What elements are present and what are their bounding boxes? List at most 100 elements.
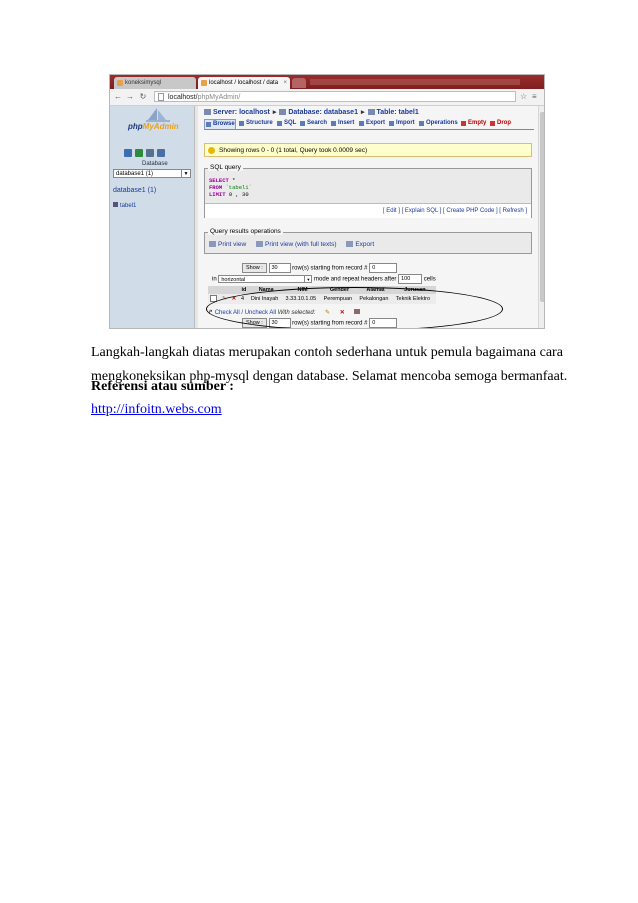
tab-label: Browse bbox=[213, 121, 235, 127]
sql-action-links[interactable]: [ Edit ] [ Explain SQL ] [ Create PHP Co… bbox=[383, 208, 527, 214]
cells-label: cells bbox=[423, 276, 436, 283]
browser-tab-phpmyadmin[interactable]: localhost / localhost / data × bbox=[198, 77, 290, 89]
import-icon bbox=[389, 121, 394, 126]
pma-sailboat-icon bbox=[146, 108, 170, 122]
insert-icon bbox=[331, 121, 336, 126]
database-icon bbox=[279, 109, 287, 116]
sql-code: SELECT * FROM `tabel1` LIMIT 0 , 30 bbox=[209, 177, 252, 198]
browser-tab-koneksimysql[interactable]: koneksimysql bbox=[114, 77, 196, 89]
mode-select[interactable]: horizontal ▼ bbox=[218, 275, 313, 283]
menu-icon[interactable]: ≡ bbox=[532, 92, 537, 102]
tab-drop[interactable]: Drop bbox=[489, 119, 511, 128]
tab-label: Empty bbox=[468, 120, 487, 126]
page-icon bbox=[158, 93, 164, 101]
tab-favicon-icon bbox=[117, 80, 123, 86]
tab-favicon-icon bbox=[201, 80, 207, 86]
tab-insert[interactable]: Insert bbox=[330, 119, 354, 128]
table-menu-tabs: Browse Structure SQL Search Insert Expor… bbox=[204, 119, 534, 130]
tab-search[interactable]: Search bbox=[299, 119, 327, 128]
table-icon bbox=[367, 109, 375, 116]
sql-text: * bbox=[228, 177, 236, 184]
headers-input[interactable]: 100 bbox=[398, 274, 423, 284]
rows-input[interactable]: 30 bbox=[268, 263, 291, 273]
new-tab-button[interactable] bbox=[292, 78, 306, 88]
reference-heading: Referensi atau sumber : bbox=[91, 379, 234, 394]
tab-operations[interactable]: Operations bbox=[418, 119, 458, 128]
tab-browse[interactable]: Browse bbox=[204, 119, 236, 129]
notice-text: Showing rows 0 - 0 (1 total, Query took … bbox=[219, 147, 368, 154]
chevron-down-icon: ▼ bbox=[181, 170, 190, 177]
export-link[interactable]: Export bbox=[346, 241, 374, 248]
pma-logo[interactable]: phpMyAdmin bbox=[128, 122, 179, 131]
breadcrumb-separator: ▸ bbox=[360, 109, 365, 116]
rows-text: row(s) starting from record # bbox=[292, 265, 368, 272]
mode-text: mode and repeat headers after bbox=[314, 276, 397, 283]
tab-sql[interactable]: SQL bbox=[276, 119, 296, 128]
tab-import[interactable]: Import bbox=[388, 119, 415, 128]
sql-icon bbox=[277, 121, 282, 126]
vertical-scrollbar[interactable] bbox=[538, 106, 544, 328]
record-input[interactable]: 0 bbox=[369, 263, 398, 273]
highlight-ellipse bbox=[206, 287, 503, 328]
info-icon bbox=[208, 147, 215, 154]
show-button[interactable]: Show : bbox=[242, 263, 267, 273]
reload-icon[interactable]: ↻ bbox=[138, 92, 148, 102]
home-icon[interactable] bbox=[124, 149, 132, 157]
link-label: Print view (with full texts) bbox=[265, 241, 337, 248]
url-field[interactable]: localhost/phpMyAdmin/ bbox=[154, 91, 516, 102]
print-icon bbox=[209, 241, 216, 248]
scrollbar-thumb[interactable] bbox=[540, 112, 544, 302]
tab-structure[interactable]: Structure bbox=[238, 119, 273, 128]
tab-label: Drop bbox=[497, 120, 511, 126]
reference-link[interactable]: http://infoitn.webs.com bbox=[91, 402, 222, 418]
query-ops-legend: Query results operations bbox=[208, 228, 283, 235]
link-label: Print view bbox=[218, 241, 247, 248]
tab-export[interactable]: Export bbox=[358, 119, 385, 128]
table-link[interactable]: tabel1 bbox=[113, 202, 136, 209]
tab-label: Operations bbox=[426, 120, 458, 126]
col-header bbox=[208, 286, 221, 294]
help-icon[interactable] bbox=[157, 149, 165, 157]
sql-text: `tabel1` bbox=[222, 184, 252, 191]
export-icon bbox=[346, 241, 354, 248]
tab-label: localhost / localhost / data bbox=[209, 80, 279, 86]
docs-icon[interactable] bbox=[146, 149, 154, 157]
breadcrumb-table[interactable]: Table: tabel1 bbox=[377, 109, 419, 116]
back-arrow-icon[interactable]: ← bbox=[113, 92, 123, 102]
tab-label: Import bbox=[396, 120, 415, 126]
address-bar-row: ← → ↻ localhost/phpMyAdmin/ ☆ ≡ bbox=[110, 89, 544, 106]
sql-query-legend: SQL query bbox=[208, 164, 243, 171]
col-header bbox=[220, 286, 230, 294]
tab-label: SQL bbox=[284, 120, 297, 126]
print-icon bbox=[256, 241, 263, 248]
headers-input[interactable]: 100 bbox=[398, 328, 422, 329]
forward-arrow-icon[interactable]: → bbox=[125, 92, 135, 102]
tab-label: Export bbox=[366, 120, 386, 126]
database-select[interactable]: database1 (1) ▼ bbox=[113, 169, 191, 178]
query-notice: Showing rows 0 - 0 (1 total, Query took … bbox=[204, 143, 532, 157]
print-view-link[interactable]: Print view bbox=[209, 241, 246, 248]
rows-nav-top: Show : 30 row(s) starting from record # … bbox=[242, 263, 398, 273]
close-tab-icon[interactable]: × bbox=[283, 77, 287, 89]
url-host: localhost/ bbox=[168, 94, 198, 101]
star-icon[interactable]: ☆ bbox=[520, 92, 527, 102]
link-label: Export bbox=[355, 241, 375, 248]
database-select-value: database1 (1) bbox=[116, 171, 154, 177]
print-view-full-link[interactable]: Print view (with full texts) bbox=[256, 241, 337, 248]
sql-keyword: FROM bbox=[209, 184, 223, 191]
mode-nav-top: in horizontal ▼ mode and repeat headers a… bbox=[212, 274, 436, 284]
tab-label: koneksimysql bbox=[125, 80, 162, 86]
sql-window-icon[interactable] bbox=[135, 149, 143, 157]
database-link[interactable]: database1 (1) bbox=[113, 187, 156, 194]
structure-icon bbox=[239, 121, 244, 126]
paragraph-line-1: Langkah-langkah diatas merupakan contoh … bbox=[91, 345, 563, 360]
breadcrumb-server[interactable]: Server: localhost bbox=[213, 109, 270, 116]
logo-text-php: php bbox=[128, 122, 143, 131]
browser-tab-bar: koneksimysql localhost / localhost / dat… bbox=[110, 75, 544, 89]
breadcrumb-separator: ▸ bbox=[272, 109, 277, 116]
empty-icon bbox=[461, 121, 466, 126]
query-ops-links: Print view Print view (with full texts) … bbox=[209, 241, 382, 248]
breadcrumb-database[interactable]: Database: database1 bbox=[288, 109, 358, 116]
server-icon bbox=[204, 109, 211, 116]
tab-empty[interactable]: Empty bbox=[460, 119, 486, 128]
